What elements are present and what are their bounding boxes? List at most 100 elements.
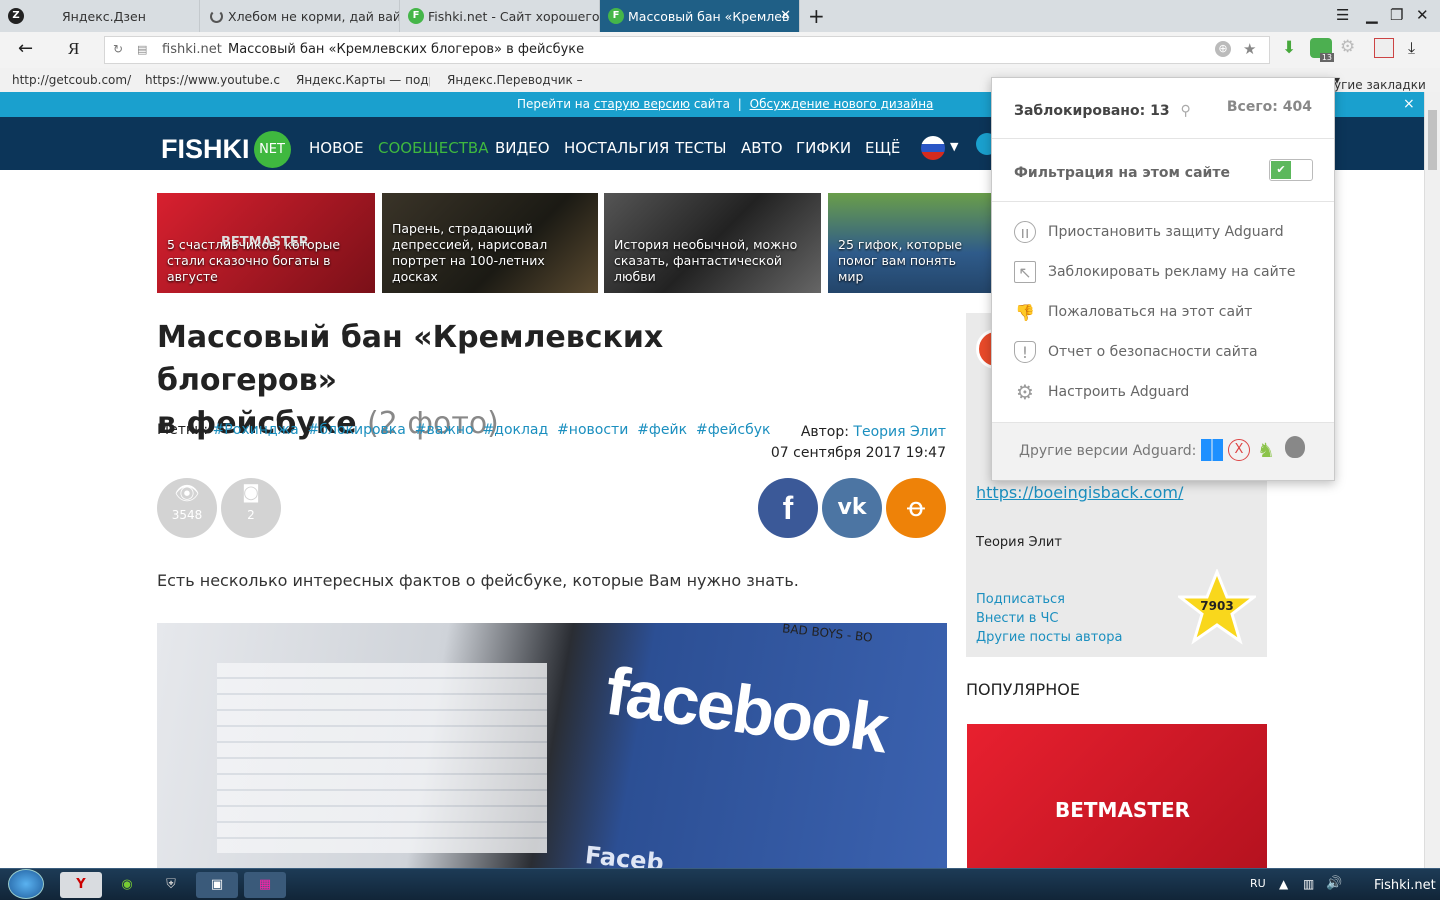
odnoklassniki-share-icon[interactable]: ꝋ xyxy=(886,478,946,538)
gif-extension-icon[interactable] xyxy=(1374,38,1394,58)
new-tab-button[interactable]: + xyxy=(808,4,825,28)
photos-counter: ◙ 2 xyxy=(221,478,281,538)
tray-flag-icon[interactable]: ▲ xyxy=(1279,877,1288,891)
tag-link[interactable]: #блокировка xyxy=(308,422,406,438)
author-website-link[interactable]: https://boeingisback.com/ xyxy=(976,483,1183,502)
chevron-down-icon[interactable]: ▼ xyxy=(950,140,958,153)
author-link[interactable]: Теория Элит xyxy=(853,424,946,440)
nav-gifs[interactable]: ГИФКИ xyxy=(796,139,851,157)
app-taskbar-icon[interactable]: ▦ xyxy=(244,872,286,898)
yandex-browser-taskbar-icon[interactable]: Y xyxy=(60,872,102,898)
volume-icon[interactable]: 🔊 xyxy=(1326,876,1342,891)
menu-icon[interactable]: ☰ xyxy=(1336,6,1349,24)
shield-icon: ! xyxy=(1014,341,1036,363)
bookmark-star-icon[interactable]: ★ xyxy=(1243,40,1256,58)
facebook-share-icon[interactable]: f xyxy=(758,478,818,538)
yandex-logo-icon[interactable]: Я xyxy=(68,39,79,59)
tag-link[interactable]: #новости xyxy=(557,422,628,438)
teaser-card[interactable]: BETMASTER 5 счастливчиков, которые стали… xyxy=(157,193,375,293)
tab-yandex-zen[interactable]: Z Яндекс.Дзен xyxy=(0,0,200,32)
nav-more[interactable]: ЕЩЁ xyxy=(865,139,900,157)
security-report-item[interactable]: ! Отчет о безопасности сайта xyxy=(1014,341,1258,363)
nav-tests[interactable]: ТЕСТЫ xyxy=(675,139,727,157)
extension-icon[interactable]: ⚙ xyxy=(1340,37,1355,57)
bookmark-item[interactable]: http://getcoub.com/ xyxy=(12,73,131,87)
discussion-link[interactable]: Обсуждение нового дизайна xyxy=(750,97,934,111)
minimize-icon[interactable]: ▁ xyxy=(1366,6,1378,24)
pause-protection-item[interactable]: ıı Приостановить защиту Adguard xyxy=(1014,221,1284,243)
site-logo[interactable]: FISHKI NET xyxy=(161,131,291,168)
search-icon[interactable]: ⚲ xyxy=(1180,103,1190,119)
gear-icon: ⚙ xyxy=(1016,380,1034,404)
article-image: facebook BAD BOYS - BO Faceb xyxy=(157,623,947,869)
translate-icon[interactable]: ⊕ xyxy=(1215,41,1231,57)
cursor-block-icon: ↖ xyxy=(1014,261,1036,283)
address-field[interactable]: ↻ ▤ fishki.net Массовый бан «Кремлевских… xyxy=(104,36,1270,64)
windows-taskbar: Y ◉ ⛨ ▣ ▦ RU ▲ ▥ 🔊 Fishki.net xyxy=(0,868,1440,900)
url-page-title: Массовый бан «Кремлевских блогеров» в фе… xyxy=(228,42,585,57)
nav-nostalgia[interactable]: НОСТАЛЬГИЯ xyxy=(564,139,669,157)
bookmark-item[interactable]: Яндекс.Переводчик – xyxy=(447,73,582,87)
bookmark-item[interactable]: Яндекс.Карты — подр xyxy=(296,73,430,87)
block-ads-item[interactable]: ↖ Заблокировать рекламу на сайте xyxy=(1014,261,1296,283)
language-indicator[interactable]: RU xyxy=(1250,877,1266,890)
utorrent-taskbar-icon[interactable]: ◉ xyxy=(106,872,148,898)
filter-label: Фильтрация на этом сайте xyxy=(1014,165,1230,181)
tab-active-article[interactable]: F Массовый бан «Кремлев ✕ xyxy=(600,0,800,32)
download-extension-icon[interactable]: ⬇ xyxy=(1282,38,1296,58)
other-versions-footer: Другие версии Adguard: X ♞ xyxy=(992,422,1334,480)
nav-video[interactable]: ВИДЕО xyxy=(495,139,550,157)
mac-x-icon[interactable]: X xyxy=(1228,439,1250,461)
sidebar-ad[interactable]: BETMASTER xyxy=(967,724,1267,869)
downloads-icon[interactable]: ⤓ xyxy=(1408,38,1415,58)
page-info-icon[interactable]: ▤ xyxy=(137,43,147,56)
tab-loading[interactable]: Хлебом не корми, дай вай xyxy=(200,0,400,32)
teaser-card[interactable]: 25 гифок, которые помог вам понять мир xyxy=(828,193,991,293)
network-icon[interactable]: ▥ xyxy=(1303,877,1314,891)
reload-icon[interactable]: ↻ xyxy=(113,42,123,56)
fishki-favicon-icon: F xyxy=(608,8,624,24)
restore-icon[interactable]: ❐ xyxy=(1390,6,1403,24)
nav-auto[interactable]: АВТО xyxy=(741,139,783,157)
settings-item[interactable]: ⚙ Настроить Adguard xyxy=(1014,380,1189,404)
filter-toggle[interactable]: ✔ xyxy=(1269,159,1313,181)
teaser-card[interactable]: История необычной, можно сказать, фантас… xyxy=(604,193,821,293)
game-taskbar-icon[interactable]: ⛨ xyxy=(150,872,192,898)
tab-fishki-home[interactable]: F Fishki.net - Сайт хорошего xyxy=(400,0,600,32)
blacklist-link[interactable]: Внести в ЧС xyxy=(976,611,1059,626)
author-block: Автор: Теория Элит 07 сентября 2017 19:4… xyxy=(760,422,946,464)
close-tab-icon[interactable]: ✕ xyxy=(780,8,791,23)
start-button[interactable] xyxy=(8,869,44,899)
tag-link[interactable]: #фейк xyxy=(637,422,687,438)
old-version-link[interactable]: старую версию xyxy=(594,97,690,111)
fishki-favicon-icon: F xyxy=(408,8,424,24)
close-window-icon[interactable]: ✕ xyxy=(1416,6,1429,24)
nav-new[interactable]: НОВОЕ xyxy=(309,139,364,157)
tags-row: Метки: #Рохинджа #блокировка #важно #док… xyxy=(157,422,771,438)
views-counter: 👁 3548 xyxy=(157,478,217,538)
bookmark-item[interactable]: https://www.youtube.c xyxy=(145,73,280,87)
report-site-item[interactable]: 👎 Пожаловаться на этот сайт xyxy=(1014,301,1252,323)
adguard-badge: 13 xyxy=(1319,53,1334,62)
vk-share-icon[interactable]: vk xyxy=(822,478,882,538)
scrollbar-thumb[interactable] xyxy=(1428,110,1437,170)
tag-link[interactable]: #важно xyxy=(415,422,474,438)
tag-link[interactable]: #доклад xyxy=(483,422,549,438)
author-posts-link[interactable]: Другие посты автора xyxy=(976,630,1122,645)
check-icon: ✔ xyxy=(1271,161,1291,179)
nav-communities[interactable]: СООБЩЕСТВА xyxy=(378,139,488,157)
tag-link[interactable]: #Рохинджа xyxy=(213,422,299,438)
tab-bar: Z Яндекс.Дзен Хлебом не корми, дай вай F… xyxy=(0,0,1440,32)
subscribe-link[interactable]: Подписаться xyxy=(976,592,1065,607)
android-icon[interactable]: ♞ xyxy=(1257,438,1275,462)
apple-icon[interactable] xyxy=(1285,436,1305,458)
adguard-extension-icon[interactable]: 13 xyxy=(1310,38,1334,62)
media-taskbar-icon[interactable]: ▣ xyxy=(196,872,238,898)
popular-heading: ПОПУЛЯРНОЕ xyxy=(966,680,1080,699)
close-notice-icon[interactable]: × xyxy=(1403,96,1415,112)
back-arrow-icon[interactable]: ← xyxy=(18,38,33,59)
windows-icon[interactable] xyxy=(1201,439,1223,461)
page-scrollbar[interactable] xyxy=(1424,92,1440,868)
language-flag-icon[interactable] xyxy=(921,136,945,160)
teaser-card[interactable]: Парень, страдающий депрессией, нарисовал… xyxy=(382,193,598,293)
